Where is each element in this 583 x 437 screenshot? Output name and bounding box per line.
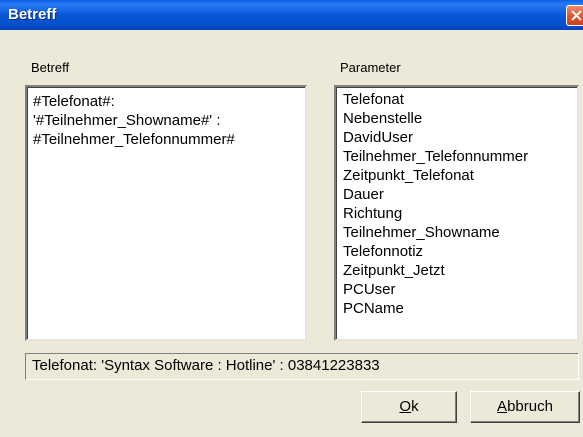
parameter-item[interactable]: Zeitpunkt_Telefonat (343, 166, 528, 185)
preview-text: Telefonat: 'Syntax Software : Hotline' :… (32, 357, 380, 374)
ok-accelerator: O (399, 398, 412, 415)
parameter-list: Telefonat Nebenstelle DavidUser Teilnehmer_… (343, 90, 528, 318)
parameter-item[interactable]: PCName (343, 299, 528, 318)
title-bar[interactable]: Betreff (0, 0, 583, 30)
ok-button[interactable]: Ok (361, 391, 457, 423)
parameter-listbox[interactable]: Telefonat Nebenstelle DavidUser Teilnehmer_… (334, 85, 579, 341)
parameter-label: Parameter (340, 60, 401, 75)
cancel-label: bbruch (507, 398, 553, 415)
close-icon (571, 10, 582, 21)
parameter-item[interactable]: Dauer (343, 185, 528, 204)
parameter-item[interactable]: Telefonnotiz (343, 242, 528, 261)
betreff-textarea[interactable]: #Telefonat#: '#Teilnehmer_Showname#' : #… (25, 85, 307, 341)
parameter-item[interactable]: Zeitpunkt_Jetzt (343, 261, 528, 280)
parameter-item[interactable]: PCUser (343, 280, 528, 299)
cancel-button[interactable]: Abbruch (470, 391, 580, 423)
window-title: Betreff (8, 6, 57, 23)
parameter-item[interactable]: DavidUser (343, 128, 528, 147)
parameter-item[interactable]: Richtung (343, 204, 528, 223)
parameter-item[interactable]: Teilnehmer_Showname (343, 223, 528, 242)
parameter-item[interactable]: Telefonat (343, 90, 528, 109)
parameter-item[interactable]: Nebenstelle (343, 109, 528, 128)
close-button[interactable] (566, 5, 583, 26)
parameter-item[interactable]: Teilnehmer_Telefonnummer (343, 147, 528, 166)
ok-label: k (411, 398, 419, 415)
preview-bar: Telefonat: 'Syntax Software : Hotline' :… (25, 353, 579, 380)
dialog-window: Betreff Betreff Parameter #Telefonat#: '… (0, 0, 583, 437)
betreff-text: #Telefonat#: '#Teilnehmer_Showname#' : #… (33, 93, 235, 148)
cancel-accelerator: A (497, 398, 508, 415)
betreff-label: Betreff (31, 60, 70, 75)
